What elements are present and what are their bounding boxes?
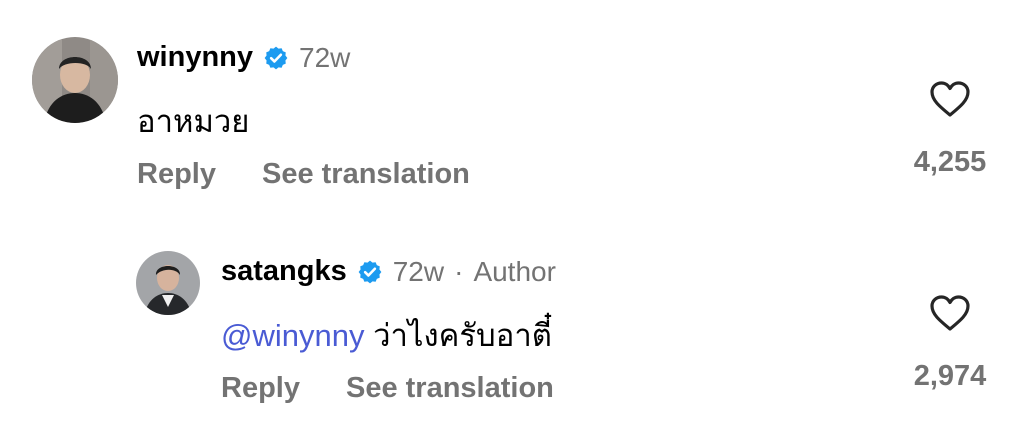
reply-button[interactable]: Reply <box>137 158 216 191</box>
heart-icon[interactable] <box>929 294 971 332</box>
username[interactable]: winynny <box>137 41 253 74</box>
reply-button[interactable]: Reply <box>221 372 300 405</box>
separator-dot: · <box>454 255 464 287</box>
comment-text: ว่าไงครับอาตี๋ <box>373 318 552 353</box>
verified-badge-icon <box>263 45 289 71</box>
heart-icon[interactable] <box>929 80 971 118</box>
timestamp: 72w <box>299 41 351 73</box>
like-count: 2,974 <box>913 360 987 392</box>
comment-text: อาหมวย <box>137 104 250 139</box>
like-count: 4,255 <box>913 146 987 178</box>
see-translation-button[interactable]: See translation <box>262 158 470 191</box>
avatar[interactable] <box>32 37 118 123</box>
author-label: Author <box>473 255 556 287</box>
mention-link[interactable]: @winynny <box>221 318 364 353</box>
verified-badge-icon <box>357 259 383 285</box>
avatar[interactable] <box>136 251 200 315</box>
username[interactable]: satangks <box>221 255 347 288</box>
timestamp: 72w <box>392 255 445 287</box>
see-translation-button[interactable]: See translation <box>346 372 554 405</box>
